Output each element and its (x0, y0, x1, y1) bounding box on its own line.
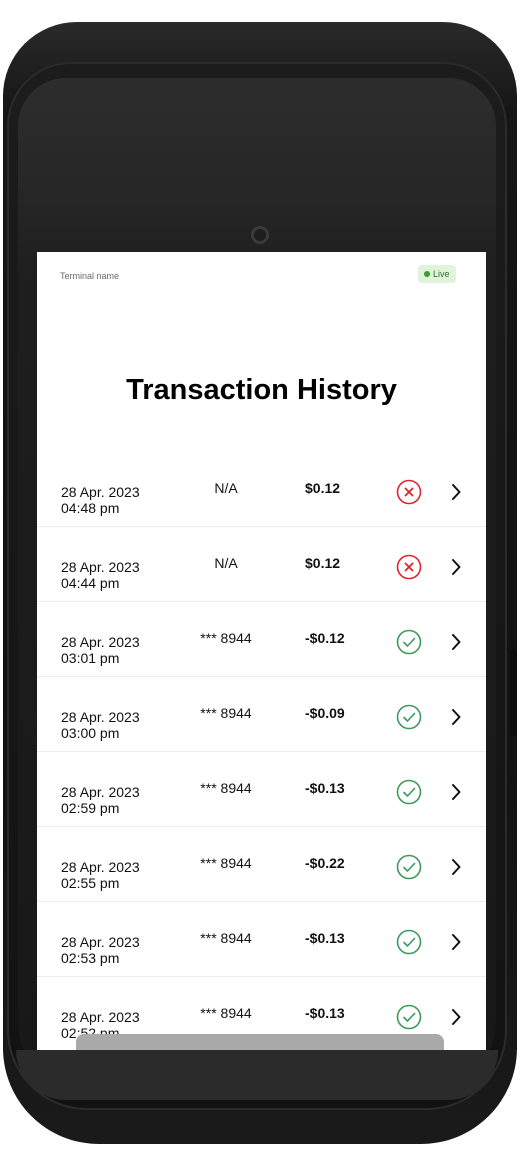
transaction-amount: -$0.12 (305, 630, 345, 646)
transaction-row[interactable]: 28 Apr. 2023 02:53 pm *** 8944 -$0.13 (37, 902, 486, 977)
transaction-card: *** 8944 (200, 780, 252, 796)
check-circle-icon (396, 704, 422, 730)
transaction-datetime: 28 Apr. 2023 04:44 pm (61, 559, 140, 591)
transaction-row[interactable]: 28 Apr. 2023 03:00 pm *** 8944 -$0.09 (37, 677, 486, 752)
x-circle-icon (396, 554, 422, 580)
transaction-date: 28 Apr. 2023 (61, 934, 140, 950)
bottom-sheet-handle[interactable] (76, 1034, 444, 1050)
live-dot-icon (424, 271, 430, 277)
transaction-amount: -$0.22 (305, 855, 345, 871)
live-status-badge: Live (418, 265, 456, 283)
transaction-time: 04:48 pm (61, 500, 120, 516)
transaction-card: *** 8944 (200, 930, 252, 946)
transaction-amount: -$0.13 (305, 1005, 345, 1021)
transaction-date: 28 Apr. 2023 (61, 559, 140, 575)
transaction-row[interactable]: 28 Apr. 2023 03:01 pm *** 8944 -$0.12 (37, 602, 486, 677)
check-circle-icon (396, 629, 422, 655)
transaction-datetime: 28 Apr. 2023 02:59 pm (61, 784, 140, 816)
transaction-time: 04:44 pm (61, 575, 120, 591)
transaction-card: *** 8944 (200, 630, 252, 646)
transaction-amount: -$0.13 (305, 930, 345, 946)
transaction-date: 28 Apr. 2023 (61, 634, 140, 650)
transaction-datetime: 28 Apr. 2023 02:55 pm (61, 859, 140, 891)
x-circle-icon (396, 479, 422, 505)
check-circle-icon (396, 1004, 422, 1030)
transaction-amount: $0.12 (305, 480, 341, 496)
transaction-datetime: 28 Apr. 2023 03:00 pm (61, 709, 140, 741)
transaction-row[interactable]: 28 Apr. 2023 02:59 pm *** 8944 -$0.13 (37, 752, 486, 827)
transaction-row[interactable]: 28 Apr. 2023 02:55 pm *** 8944 -$0.22 (37, 827, 486, 902)
transaction-time: 02:59 pm (61, 800, 120, 816)
camera-icon (251, 226, 269, 244)
transaction-time: 03:01 pm (61, 650, 120, 666)
transaction-date: 28 Apr. 2023 (61, 784, 140, 800)
transaction-row[interactable]: 28 Apr. 2023 04:44 pm N/A $0.12 (37, 527, 486, 602)
transaction-date: 28 Apr. 2023 (61, 484, 140, 500)
transaction-date: 28 Apr. 2023 (61, 709, 140, 725)
transaction-card: *** 8944 (200, 1005, 252, 1021)
chevron-right-icon[interactable] (450, 1007, 462, 1027)
transaction-datetime: 28 Apr. 2023 03:01 pm (61, 634, 140, 666)
device-bottom-band (16, 1050, 498, 1100)
transaction-time: 03:00 pm (61, 725, 120, 741)
chevron-right-icon[interactable] (450, 782, 462, 802)
check-circle-icon (396, 929, 422, 955)
chevron-right-icon[interactable] (450, 857, 462, 877)
transaction-card: N/A (214, 555, 238, 571)
transaction-date: 28 Apr. 2023 (61, 1009, 140, 1025)
transaction-amount: -$0.13 (305, 780, 345, 796)
transaction-list: 28 Apr. 2023 04:48 pm N/A $0.12 28 Apr. 2023… (37, 452, 486, 1050)
check-circle-icon (396, 854, 422, 880)
transaction-amount: -$0.09 (305, 705, 345, 721)
transaction-datetime: 28 Apr. 2023 02:53 pm (61, 934, 140, 966)
chevron-right-icon[interactable] (450, 707, 462, 727)
chevron-right-icon[interactable] (450, 557, 462, 577)
terminal-screen: Terminal name Live Transaction History 2… (37, 252, 486, 1050)
transaction-time: 02:53 pm (61, 950, 120, 966)
transaction-card: *** 8944 (200, 705, 252, 721)
terminal-name-label: Terminal name (60, 271, 120, 281)
transaction-date: 28 Apr. 2023 (61, 859, 140, 875)
transaction-row[interactable]: 28 Apr. 2023 04:48 pm N/A $0.12 (37, 452, 486, 527)
transaction-datetime: 28 Apr. 2023 04:48 pm (61, 484, 140, 516)
transaction-amount: $0.12 (305, 555, 341, 571)
page-title: Transaction History (126, 374, 397, 406)
chevron-right-icon[interactable] (450, 632, 462, 652)
side-button[interactable] (510, 650, 517, 736)
live-status-text: Live (433, 269, 450, 279)
chevron-right-icon[interactable] (450, 932, 462, 952)
transaction-time: 02:55 pm (61, 875, 120, 891)
transaction-card: *** 8944 (200, 855, 252, 871)
transaction-card: N/A (214, 480, 238, 496)
chevron-right-icon[interactable] (450, 482, 462, 502)
check-circle-icon (396, 779, 422, 805)
